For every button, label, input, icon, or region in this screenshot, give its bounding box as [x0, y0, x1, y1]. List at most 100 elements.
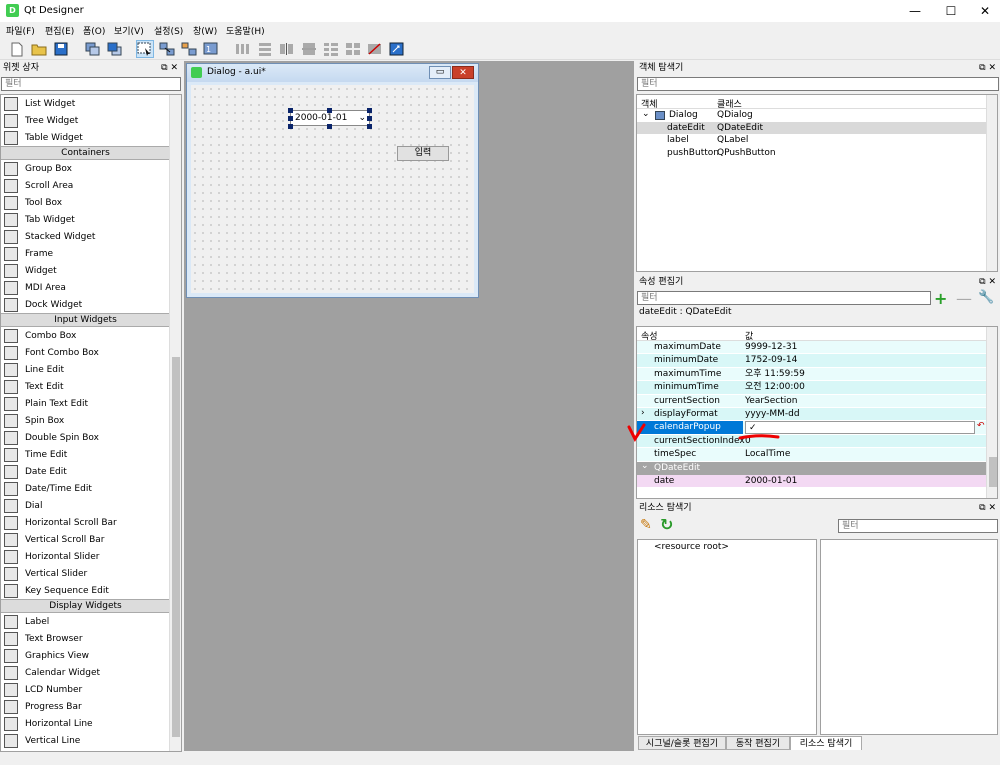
widget-item[interactable]: Horizontal Scroll Bar	[1, 514, 170, 531]
remove-property-icon[interactable]: —	[956, 289, 972, 308]
chevron-down-icon[interactable]: ⌄	[641, 460, 649, 473]
add-dynamic-property-icon[interactable]: +	[934, 289, 947, 308]
chevron-down-icon[interactable]: ⌄	[642, 109, 650, 119]
widget-item[interactable]: Font Combo Box	[1, 344, 170, 361]
menu-help[interactable]: 도움말(H)	[226, 24, 265, 37]
adjust-size-icon[interactable]	[388, 40, 406, 58]
property-value[interactable]: YearSection	[745, 395, 798, 408]
widget-item[interactable]: Text Browser	[1, 630, 170, 647]
object-inspector-filter-input[interactable]: 필터	[637, 77, 999, 91]
form-close-button[interactable]: ✕	[452, 66, 474, 79]
input-push-button[interactable]: 입력	[397, 146, 449, 161]
property-row[interactable]: currentSection YearSection	[637, 394, 997, 408]
widget-item[interactable]: Scroll Area	[1, 177, 170, 194]
dock-float-close-icons[interactable]: ⧉ ✕	[979, 61, 996, 75]
widget-item[interactable]: Table Widget	[1, 129, 170, 146]
save-icon[interactable]	[52, 40, 70, 58]
property-row[interactable]: calendarPopup ✓ ↶	[637, 421, 997, 435]
widget-item[interactable]: Tab Widget	[1, 211, 170, 228]
widget-item[interactable]: Vertical Scroll Bar	[1, 531, 170, 548]
property-value[interactable]: 오전 12:00:00	[745, 381, 805, 394]
widget-item[interactable]: Combo Box	[1, 327, 170, 344]
open-folder-icon[interactable]	[30, 40, 48, 58]
selection-handle[interactable]	[288, 108, 293, 113]
widget-item[interactable]: Group Box	[1, 160, 170, 177]
property-value[interactable]: LocalTime	[745, 448, 790, 461]
property-value[interactable]: 1752-09-14	[745, 354, 797, 367]
widget-box-scrollbar[interactable]	[169, 95, 181, 751]
widget-box-filter-input[interactable]: 필터	[1, 77, 181, 91]
selection-handle[interactable]	[288, 124, 293, 129]
widget-item[interactable]: Horizontal Slider	[1, 548, 170, 565]
resource-filter-input[interactable]: 필터	[838, 519, 998, 533]
property-row[interactable]: timeSpec LocalTime	[637, 448, 997, 462]
widget-item[interactable]: Spin Box	[1, 412, 170, 429]
selection-handle[interactable]	[327, 124, 332, 129]
widget-item[interactable]: Dock Widget	[1, 296, 170, 313]
menu-window[interactable]: 창(W)	[193, 24, 217, 37]
widget-item[interactable]: Graphics View	[1, 647, 170, 664]
dock-float-close-icons[interactable]: ⧉ ✕	[979, 501, 996, 515]
layout-form-icon[interactable]	[322, 40, 340, 58]
object-tree-row[interactable]: ⌄ Dialog QDialog	[637, 109, 997, 122]
scrollbar-thumb[interactable]	[989, 457, 997, 487]
widget-item[interactable]: Plain Text Edit	[1, 395, 170, 412]
object-tree-row[interactable]: dateEdit QDateEdit	[637, 121, 997, 134]
widget-item[interactable]: Key Sequence Edit	[1, 582, 170, 599]
widget-item[interactable]: Tool Box	[1, 194, 170, 211]
bring-to-front-icon[interactable]	[106, 40, 124, 58]
property-row[interactable]: maximumTime 오후 11:59:59	[637, 367, 997, 382]
form-window[interactable]: Dialog - a.ui* ▭ ✕ 2000-01-01 ⌄ 입력	[186, 63, 479, 298]
widget-item[interactable]: Tree Widget	[1, 112, 170, 129]
widget-item[interactable]: List Widget	[1, 95, 170, 112]
layout-grid-icon[interactable]	[344, 40, 362, 58]
property-row[interactable]: minimumTime 오전 12:00:00	[637, 381, 997, 395]
dock-float-close-icons[interactable]: ⧉ ✕	[979, 275, 996, 289]
menu-view[interactable]: 보기(V)	[114, 24, 144, 37]
object-tree-scrollbar[interactable]	[986, 95, 997, 271]
selection-handle[interactable]	[367, 108, 372, 113]
layout-vertical-icon[interactable]	[256, 40, 274, 58]
object-tree-row[interactable]: pushButton QPushButton	[637, 147, 997, 160]
edit-buddies-icon[interactable]	[180, 40, 198, 58]
minimize-button[interactable]: —	[898, 0, 932, 22]
edit-widgets-icon[interactable]	[136, 40, 154, 58]
reload-icon[interactable]: ↻	[660, 515, 673, 534]
maximize-button[interactable]: ☐	[934, 0, 968, 22]
property-scrollbar[interactable]	[986, 327, 997, 498]
widget-item[interactable]: Frame	[1, 245, 170, 262]
widget-category-header[interactable]: Display Widgets	[1, 599, 170, 613]
layout-horizontal-splitter-icon[interactable]	[278, 40, 296, 58]
widget-item[interactable]: Date/Time Edit	[1, 480, 170, 497]
widget-category-header[interactable]: Containers	[1, 146, 170, 160]
widget-item[interactable]: MDI Area	[1, 279, 170, 296]
widget-category-header[interactable]: Input Widgets	[1, 313, 170, 327]
widget-item[interactable]: Dial	[1, 497, 170, 514]
object-tree-row[interactable]: label QLabel	[637, 134, 997, 147]
property-row[interactable]: date 2000-01-01	[637, 474, 997, 489]
property-value[interactable]: yyyy-MM-dd	[745, 408, 800, 421]
property-row[interactable]: maximumDate 9999-12-31	[637, 341, 997, 355]
widget-item[interactable]: Time Edit	[1, 446, 170, 463]
selection-handle[interactable]	[367, 124, 372, 129]
dock-float-close-icons[interactable]: ⧉ ✕	[161, 61, 178, 75]
menu-settings[interactable]: 설정(S)	[154, 24, 183, 37]
selection-handle[interactable]	[288, 116, 293, 121]
pencil-icon[interactable]: ✎	[640, 517, 652, 533]
widget-item[interactable]: Horizontal Line	[1, 715, 170, 732]
widget-item[interactable]: Vertical Slider	[1, 565, 170, 582]
property-row[interactable]: › displayFormat yyyy-MM-dd	[637, 407, 997, 422]
scrollbar-thumb[interactable]	[172, 357, 180, 737]
resource-root-item[interactable]: <resource root>	[638, 540, 816, 554]
property-value[interactable]: 9999-12-31	[745, 341, 797, 354]
layout-horizontal-icon[interactable]	[234, 40, 252, 58]
widget-item[interactable]: Double Spin Box	[1, 429, 170, 446]
wrench-icon[interactable]: 🔧	[978, 290, 994, 305]
property-group-header[interactable]: ⌄ QDateEdit	[637, 460, 997, 475]
widget-item[interactable]: Calendar Widget	[1, 664, 170, 681]
widget-item[interactable]: Line Edit	[1, 361, 170, 378]
form-minimize-button[interactable]: ▭	[429, 66, 451, 79]
property-row[interactable]: currentSectionIndex 0	[637, 434, 997, 449]
new-file-icon[interactable]	[8, 40, 26, 58]
widget-item[interactable]: LCD Number	[1, 681, 170, 698]
